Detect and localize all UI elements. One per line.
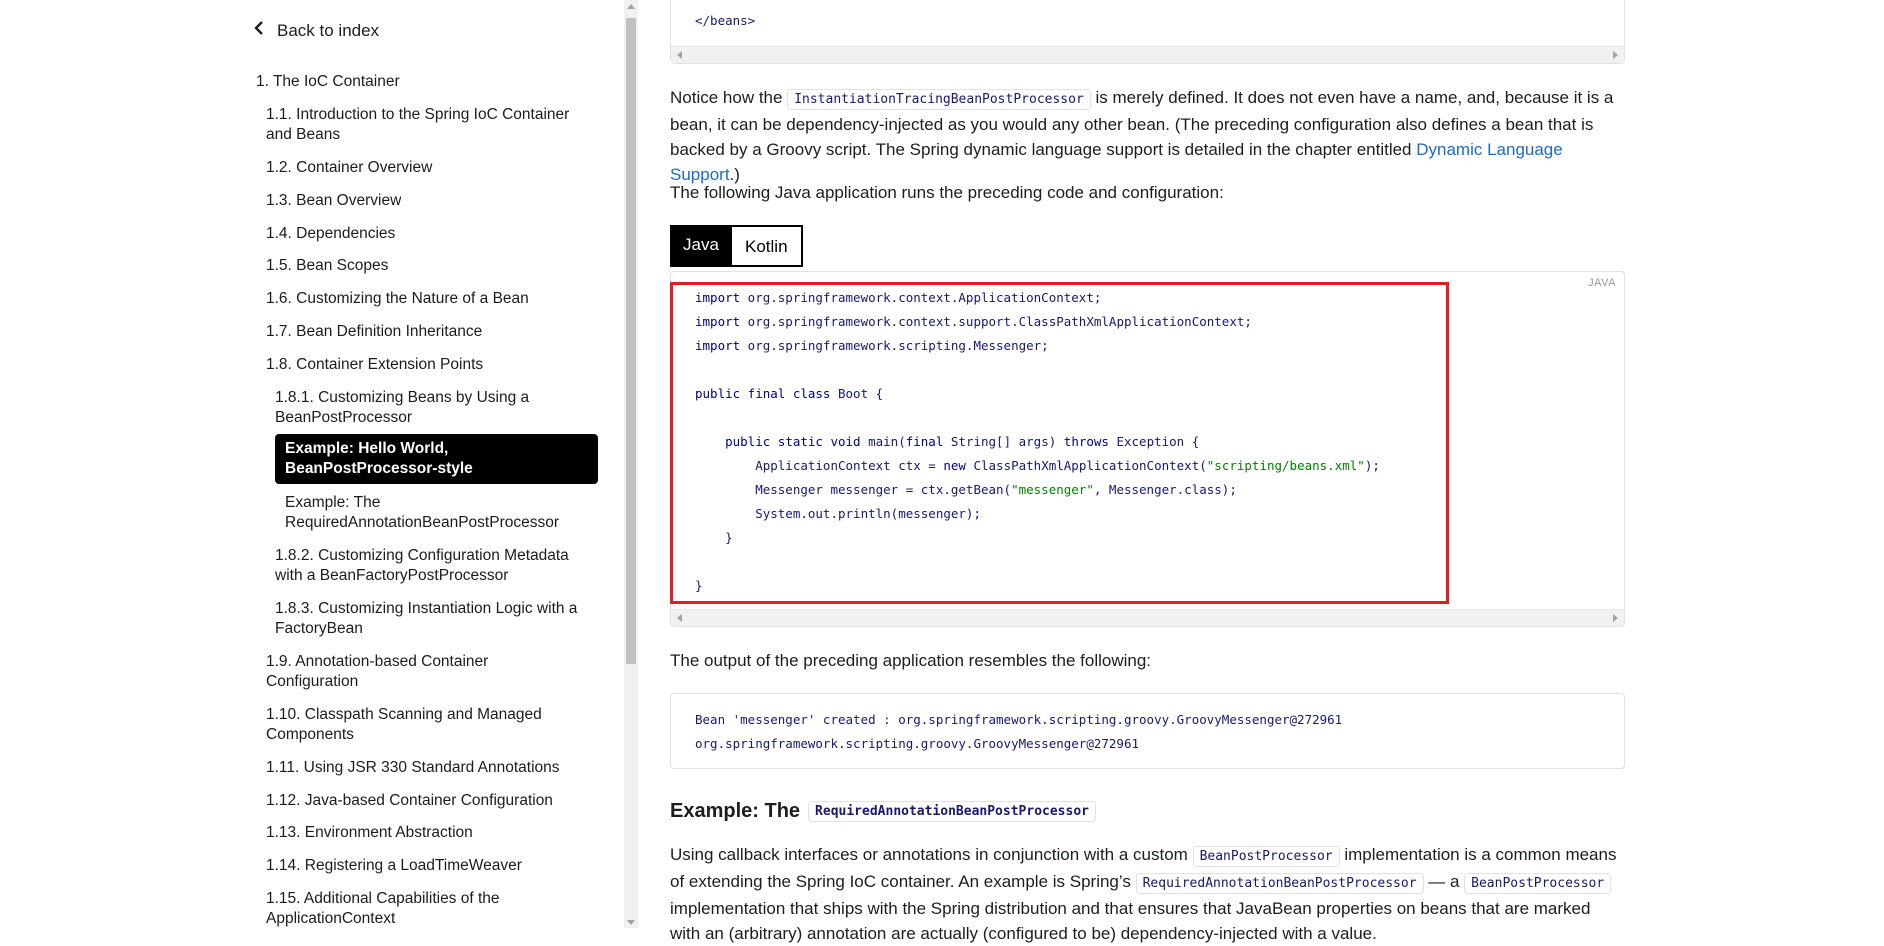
inline-code: RequiredAnnotationBeanPostProcessor xyxy=(1135,873,1424,894)
code-line: Messenger messenger = ctx.getBean("messe… xyxy=(695,482,1237,497)
chevron-left-icon xyxy=(253,20,265,41)
sidebar-item-1-1[interactable]: 1.1. Introduction to the Spring IoC Cont… xyxy=(266,105,596,145)
back-to-index-link[interactable]: Back to index xyxy=(253,20,379,41)
sidebar-item-1-8-3[interactable]: 1.8.3. Customizing Instantiation Logic w… xyxy=(275,599,595,639)
back-label: Back to index xyxy=(277,20,380,40)
paragraph-output: The output of the preceding application … xyxy=(670,651,1152,670)
sidebar-scrollbar-thumb[interactable] xyxy=(626,18,636,664)
code-line: public static void main(final String[] a… xyxy=(725,434,1200,449)
sidebar-item-1-8-2[interactable]: 1.8.2. Customizing Configuration Metadat… xyxy=(275,546,595,586)
sidebar-item-1-8-1[interactable]: 1.8.1. Customizing Beans by Using a Bean… xyxy=(275,388,575,428)
tab-kotlin[interactable]: Kotlin xyxy=(730,225,803,267)
scroll-right-arrow-icon[interactable] xyxy=(1613,51,1618,59)
code-line: import org.springframework.context.Appli… xyxy=(695,290,1102,305)
sidebar-item-1-4[interactable]: 1.4. Dependencies xyxy=(266,224,395,244)
sidebar-item-1-15[interactable]: 1.15. Additional Capabilities of the App… xyxy=(266,889,546,928)
java-code-block: JAVA import org.springframework.context.… xyxy=(670,271,1625,627)
code-line: public final class Boot { xyxy=(695,386,884,401)
paragraph-callback: Using callback interfaces or annotations… xyxy=(670,842,1625,946)
output-code-block: Bean 'messenger' created : org.springfra… xyxy=(670,693,1625,769)
tab-java[interactable]: Java xyxy=(670,225,732,267)
text: — a xyxy=(1423,872,1465,891)
code-line: ApplicationContext ctx = new ClassPathXm… xyxy=(695,458,1380,473)
sidebar-item-ioc-container[interactable]: 1. The IoC Container xyxy=(256,72,400,92)
code-line: System.out.println(messenger); xyxy=(695,506,981,521)
inline-code: InstantiationTracingBeanPostProcessor xyxy=(787,89,1091,110)
sidebar-item-1-2[interactable]: 1.2. Container Overview xyxy=(266,158,432,178)
code-line: import org.springframework.context.suppo… xyxy=(695,314,1252,329)
sidebar-item-example-hello-world[interactable]: Example: Hello World, BeanPostProcessor-… xyxy=(275,434,598,484)
scroll-left-arrow-icon[interactable] xyxy=(677,614,682,622)
heading-text: Example: The xyxy=(670,800,801,822)
code-line: </beans> xyxy=(695,13,756,28)
paragraph-java-app: The following Java application runs the … xyxy=(670,183,1224,202)
code-line: } xyxy=(695,578,703,593)
code-horizontal-scrollbar[interactable] xyxy=(671,46,1624,63)
inline-code: BeanPostProcessor xyxy=(1192,846,1340,867)
sidebar-item-1-13[interactable]: 1.13. Environment Abstraction xyxy=(266,823,473,843)
inline-code: BeanPostProcessor xyxy=(1464,873,1612,894)
text: Using callback interfaces or annotations… xyxy=(670,845,1193,864)
scroll-left-arrow-icon[interactable] xyxy=(677,51,682,59)
main-content: </beans> Notice how the InstantiationTra… xyxy=(670,0,1625,943)
sidebar-item-1-8[interactable]: 1.8. Container Extension Points xyxy=(266,355,483,375)
sidebar-item-1-5[interactable]: 1.5. Bean Scopes xyxy=(266,256,388,276)
sidebar-item-1-6[interactable]: 1.6. Customizing the Nature of a Bean xyxy=(266,289,529,309)
paragraph-notice: Notice how the InstantiationTracingBeanP… xyxy=(670,85,1625,187)
text: Notice how the xyxy=(670,88,788,107)
sidebar-item-example-required-annotation[interactable]: Example: The RequiredAnnotationBeanPostP… xyxy=(285,493,595,533)
xml-code-block: </beans> xyxy=(670,0,1625,64)
output-line: Bean 'messenger' created : org.springfra… xyxy=(695,712,1343,727)
sidebar-item-1-9[interactable]: 1.9. Annotation-based Container Configur… xyxy=(266,652,566,692)
code-language-label: JAVA xyxy=(1588,277,1616,289)
sidebar-item-1-10[interactable]: 1.10. Classpath Scanning and Managed Com… xyxy=(266,705,566,745)
sidebar-item-1-11[interactable]: 1.11. Using JSR 330 Standard Annotations xyxy=(266,758,560,778)
sidebar-item-1-3[interactable]: 1.3. Bean Overview xyxy=(266,191,401,211)
sidebar-nav: Back to index 1. The IoC Container 1.1. … xyxy=(0,0,620,928)
java-code: import org.springframework.context.Appli… xyxy=(695,286,1380,598)
scroll-down-arrow-icon[interactable] xyxy=(627,920,635,925)
scroll-right-arrow-icon[interactable] xyxy=(1613,614,1618,622)
sidebar-item-1-7[interactable]: 1.7. Bean Definition Inheritance xyxy=(266,322,482,342)
output-line: org.springframework.scripting.groovy.Gro… xyxy=(695,736,1140,751)
code-horizontal-scrollbar[interactable] xyxy=(671,609,1624,626)
sidebar-item-1-14[interactable]: 1.14. Registering a LoadTimeWeaver xyxy=(266,856,522,876)
section-heading: Example: The RequiredAnnotationBeanPostP… xyxy=(670,800,1096,823)
code-line: import org.springframework.scripting.Mes… xyxy=(695,338,1049,353)
scroll-up-arrow-icon[interactable] xyxy=(627,4,635,9)
code-line: } xyxy=(695,530,733,545)
sidebar-item-1-12[interactable]: 1.12. Java-based Container Configuration xyxy=(266,791,553,811)
inline-code: RequiredAnnotationBeanPostProcessor xyxy=(808,801,1096,822)
text: implementation that ships with the Sprin… xyxy=(670,899,1591,943)
